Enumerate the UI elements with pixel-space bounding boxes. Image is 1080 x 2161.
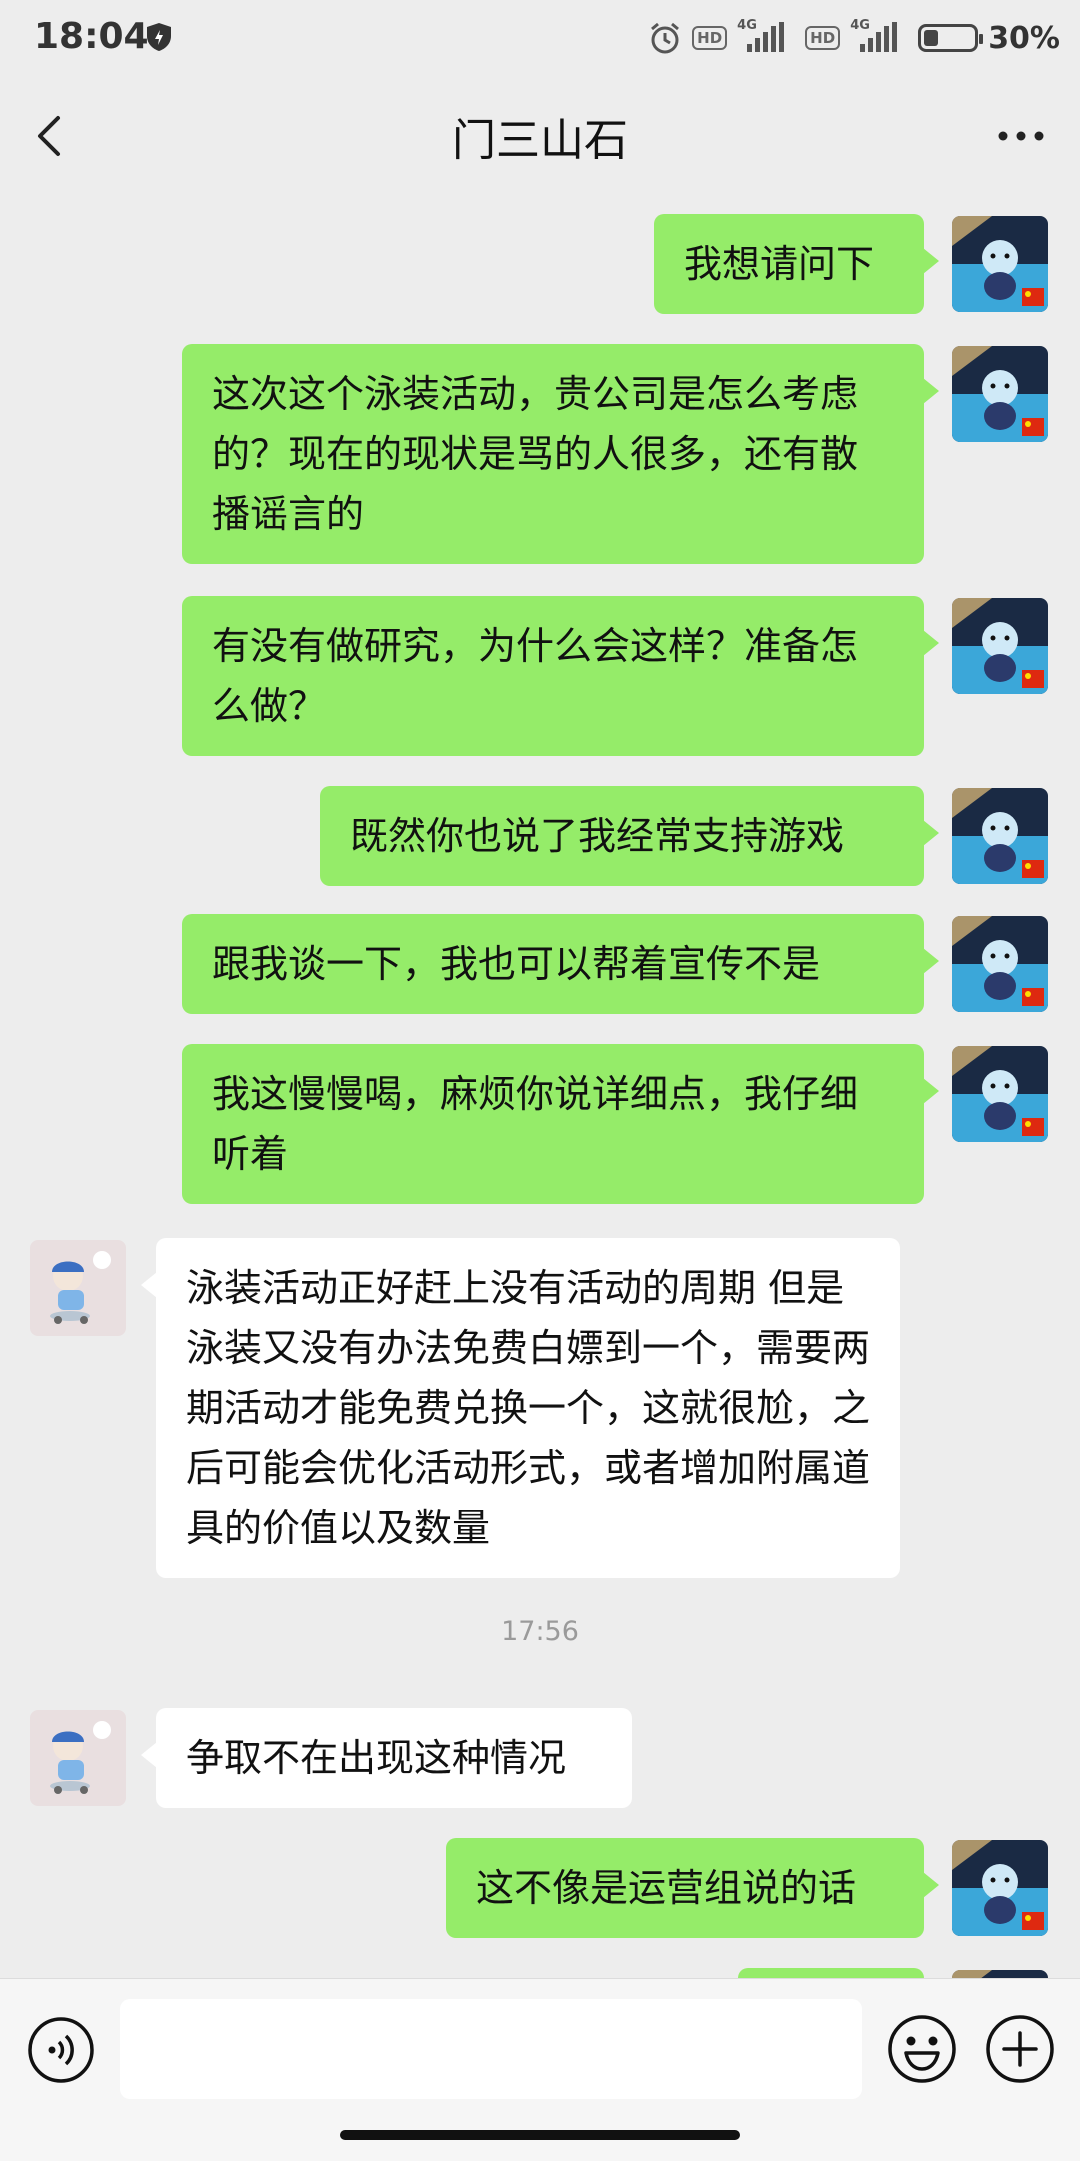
received-message-bubble[interactable]: 泳装活动正好赶上没有活动的周期 但是泳装又没有办法免费白嫖到一个，需要两期活动才… — [141, 1238, 900, 1578]
more-dots-icon[interactable] — [986, 116, 1056, 156]
received-message-bubble[interactable]: 争取不在出现这种情况 — [141, 1708, 632, 1808]
emoji-icon[interactable] — [886, 2013, 958, 2085]
my-avatar[interactable] — [952, 1840, 1048, 1936]
my-avatar[interactable] — [952, 1046, 1048, 1142]
signal-icon: 4G — [737, 18, 795, 56]
shield-icon — [147, 23, 171, 51]
status-bar: 18:04 HD 4G HD 4G 30% — [0, 0, 1080, 76]
contact-avatar[interactable] — [30, 1240, 126, 1336]
sent-message-bubble[interactable]: 既然你也说了我经常支持游戏 — [320, 786, 939, 886]
my-avatar[interactable] — [952, 598, 1048, 694]
my-avatar[interactable] — [952, 216, 1048, 312]
sent-message-bubble[interactable]: 我这慢慢喝，麻烦你说详细点，我仔细听着 — [182, 1044, 939, 1204]
sent-message-bubble[interactable]: 有没有做研究，为什么会这样？准备怎么做？ — [182, 596, 939, 756]
plus-icon[interactable] — [984, 2013, 1056, 2085]
sent-message-bubble[interactable]: 我想请问下 — [654, 214, 939, 314]
hd-badge: HD — [805, 26, 841, 50]
sent-message-bubble-partial[interactable] — [738, 1968, 924, 1978]
battery-icon — [918, 24, 984, 52]
sent-message-bubble[interactable]: 这不像是运营组说的话 — [446, 1838, 939, 1938]
my-avatar[interactable] — [952, 1970, 1048, 1978]
status-time: 18:04 — [34, 16, 149, 57]
my-avatar[interactable] — [952, 788, 1048, 884]
my-avatar[interactable] — [952, 346, 1048, 442]
message-input[interactable] — [120, 1999, 862, 2099]
sent-message-bubble[interactable]: 这次这个泳装活动，贵公司是怎么考虑的？现在的现状是骂的人很多，还有散播谣言的 — [182, 344, 939, 564]
battery-percent: 30% — [988, 20, 1060, 56]
sent-message-bubble[interactable]: 跟我谈一下，我也可以帮着宣传不是 — [182, 914, 939, 1014]
message-timestamp: 17:56 — [501, 1616, 579, 1647]
chat-title: 门三山石 — [452, 115, 628, 166]
hd-badge: HD — [692, 26, 728, 50]
chat-header: 门三山石 — [0, 76, 1080, 196]
signal-icon: 4G — [850, 18, 908, 56]
status-icons: HD 4G HD 4G 30% — [648, 18, 1060, 58]
contact-avatar[interactable] — [30, 1710, 126, 1806]
my-avatar[interactable] — [952, 916, 1048, 1012]
home-indicator[interactable] — [340, 2130, 740, 2140]
alarm-icon — [651, 22, 680, 54]
message-list[interactable]: 我想请问下这次这个泳装活动，贵公司是怎么考虑的？现在的现状是骂的人很多，还有散播… — [0, 196, 1080, 1978]
voice-icon[interactable] — [26, 2015, 96, 2085]
